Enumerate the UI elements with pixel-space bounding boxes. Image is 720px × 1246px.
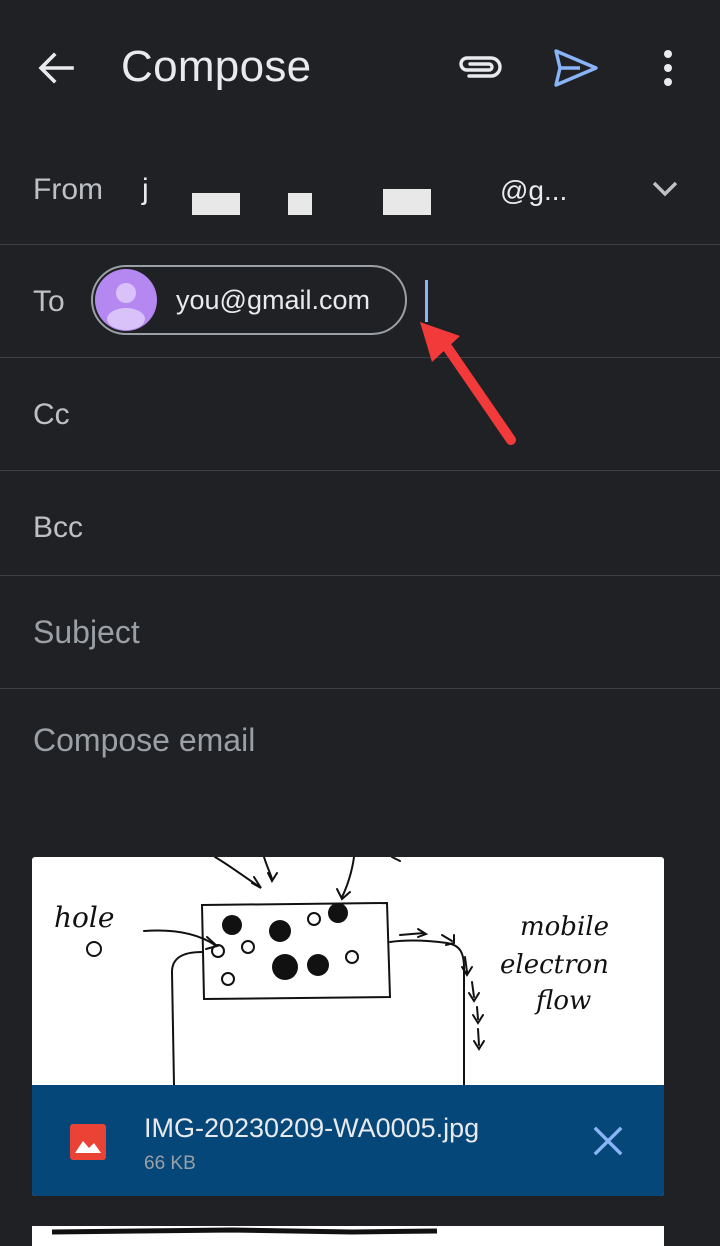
cc-row[interactable] [0,358,720,471]
bcc-label: Bcc [33,511,84,544]
remove-attachment-icon[interactable] [588,1121,628,1161]
cc-label: Cc [33,398,70,431]
recipient-chip[interactable]: you@gmail.com [91,265,407,335]
text-cursor [425,280,428,322]
page-title: Compose [121,42,312,91]
preview-label-mobile: mobile [520,912,609,942]
attachment-card[interactable]: hole mobile electron flow IMG-20230209-W… [32,857,664,1196]
attachment-preview-image: hole mobile electron flow [32,857,664,1086]
preview-label-electron: electron [500,950,609,980]
avatar [95,269,157,331]
app-bar: Compose [0,0,720,140]
image-file-icon [69,1123,107,1161]
redacted-block [288,193,312,215]
more-vert-icon[interactable] [650,46,686,90]
back-arrow-icon[interactable] [34,46,78,90]
bcc-row[interactable] [0,471,720,576]
preview-label-flow: flow [534,986,591,1016]
subject-input[interactable]: Subject [33,614,140,651]
attachment-footer: IMG-20230209-WA0005.jpg 66 KB [32,1085,664,1196]
compose-body-input[interactable]: Compose email [33,722,255,759]
redacted-block [383,189,431,215]
attachment-filename: IMG-20230209-WA0005.jpg [144,1113,480,1143]
recipient-email: you@gmail.com [176,285,370,315]
attachment-size: 66 KB [144,1153,196,1174]
preview-label-hole: hole [54,901,114,934]
attachment-card-next[interactable] [32,1226,664,1246]
from-address-prefix: j [142,173,149,206]
from-row[interactable] [0,140,720,245]
send-icon[interactable] [550,46,602,90]
redacted-block [192,193,240,215]
paperclip-icon[interactable] [455,46,505,90]
chevron-down-icon[interactable] [648,172,682,206]
from-address-domain: @g... [500,175,568,206]
from-label: From [33,173,103,206]
to-label: To [33,285,65,318]
